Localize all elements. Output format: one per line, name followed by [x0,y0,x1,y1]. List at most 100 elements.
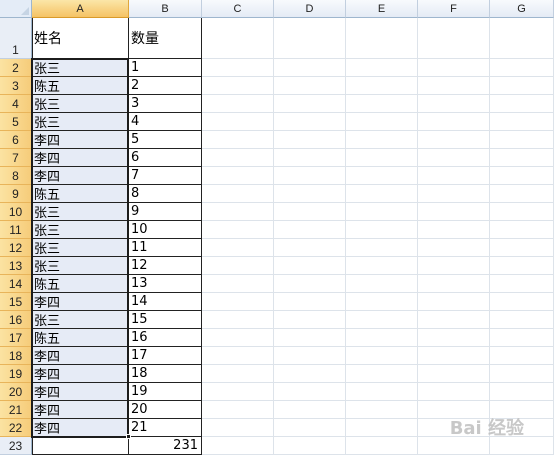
cell-c16[interactable] [202,311,274,329]
cell-d14[interactable] [274,275,346,293]
cell-f18[interactable] [418,347,490,365]
row-header-16[interactable]: 16 [0,311,32,329]
cell-f10[interactable] [418,203,490,221]
cell-f20[interactable] [418,383,490,401]
cell-g15[interactable] [490,293,554,311]
cell-g14[interactable] [490,275,554,293]
cell-f14[interactable] [418,275,490,293]
row-header-2[interactable]: 2 [0,59,32,77]
cell-g4[interactable] [490,95,554,113]
row-header-8[interactable]: 8 [0,167,32,185]
row-header-23[interactable]: 23 [0,437,32,455]
cell-e3[interactable] [346,77,418,95]
cell-e14[interactable] [346,275,418,293]
cell-g9[interactable] [490,185,554,203]
column-header-f[interactable]: F [418,0,490,18]
cell-f19[interactable] [418,365,490,383]
cell-e9[interactable] [346,185,418,203]
cell-a9-name[interactable]: 陈五 [32,185,129,203]
cell-d18[interactable] [274,347,346,365]
cell-c10[interactable] [202,203,274,221]
row-header-1[interactable]: 1 [0,18,32,59]
cell-e20[interactable] [346,383,418,401]
cell-b15-qty[interactable]: 14 [129,293,202,311]
cell-a2-name[interactable]: 张三 [32,59,129,77]
row-header-3[interactable]: 3 [0,77,32,95]
row-header-17[interactable]: 17 [0,329,32,347]
cell-e1[interactable] [346,18,418,59]
cell-e22[interactable] [346,419,418,437]
cell-a13-name[interactable]: 张三 [32,257,129,275]
cell-d1[interactable] [274,18,346,59]
cell-e21[interactable] [346,401,418,419]
cell-a16-name[interactable]: 张三 [32,311,129,329]
cell-g3[interactable] [490,77,554,95]
cell-b14-qty[interactable]: 13 [129,275,202,293]
cell-c13[interactable] [202,257,274,275]
cell-f3[interactable] [418,77,490,95]
cell-d20[interactable] [274,383,346,401]
row-header-21[interactable]: 21 [0,401,32,419]
cell-b4-qty[interactable]: 3 [129,95,202,113]
cell-d12[interactable] [274,239,346,257]
cell-c8[interactable] [202,167,274,185]
cell-d6[interactable] [274,131,346,149]
cell-c3[interactable] [202,77,274,95]
row-header-9[interactable]: 9 [0,185,32,203]
cell-f12[interactable] [418,239,490,257]
cell-f17[interactable] [418,329,490,347]
row-header-22[interactable]: 22 [0,419,32,437]
cell-c12[interactable] [202,239,274,257]
cell-a17-name[interactable]: 陈五 [32,329,129,347]
cell-a10-name[interactable]: 张三 [32,203,129,221]
row-header-6[interactable]: 6 [0,131,32,149]
cell-g5[interactable] [490,113,554,131]
cell-b21-qty[interactable]: 20 [129,401,202,419]
cell-b9-qty[interactable]: 8 [129,185,202,203]
cell-g13[interactable] [490,257,554,275]
cell-c23[interactable] [202,437,274,455]
cell-c17[interactable] [202,329,274,347]
cell-c6[interactable] [202,131,274,149]
cell-b3-qty[interactable]: 2 [129,77,202,95]
row-header-14[interactable]: 14 [0,275,32,293]
cell-a11-name[interactable]: 张三 [32,221,129,239]
cell-a6-name[interactable]: 李四 [32,131,129,149]
cell-f7[interactable] [418,149,490,167]
cell-f6[interactable] [418,131,490,149]
cell-e10[interactable] [346,203,418,221]
row-header-11[interactable]: 11 [0,221,32,239]
cell-e7[interactable] [346,149,418,167]
cell-f16[interactable] [418,311,490,329]
cell-g17[interactable] [490,329,554,347]
cell-c15[interactable] [202,293,274,311]
column-header-g[interactable]: G [490,0,554,18]
cell-c14[interactable] [202,275,274,293]
cell-g1[interactable] [490,18,554,59]
cell-f2[interactable] [418,59,490,77]
row-header-15[interactable]: 15 [0,293,32,311]
column-header-e[interactable]: E [346,0,418,18]
cell-b16-qty[interactable]: 15 [129,311,202,329]
cell-g7[interactable] [490,149,554,167]
cell-a12-name[interactable]: 张三 [32,239,129,257]
column-header-d[interactable]: D [274,0,346,18]
cell-c18[interactable] [202,347,274,365]
row-header-5[interactable]: 5 [0,113,32,131]
cell-e17[interactable] [346,329,418,347]
cell-c1[interactable] [202,18,274,59]
cell-g20[interactable] [490,383,554,401]
cell-a3-name[interactable]: 陈五 [32,77,129,95]
cell-d7[interactable] [274,149,346,167]
cell-e18[interactable] [346,347,418,365]
cell-a4-name[interactable]: 张三 [32,95,129,113]
cell-f1[interactable] [418,18,490,59]
cell-c7[interactable] [202,149,274,167]
cell-d11[interactable] [274,221,346,239]
cell-c2[interactable] [202,59,274,77]
cell-e6[interactable] [346,131,418,149]
cell-b7-qty[interactable]: 6 [129,149,202,167]
cell-a5-name[interactable]: 张三 [32,113,129,131]
cell-b18-qty[interactable]: 17 [129,347,202,365]
cell-g16[interactable] [490,311,554,329]
